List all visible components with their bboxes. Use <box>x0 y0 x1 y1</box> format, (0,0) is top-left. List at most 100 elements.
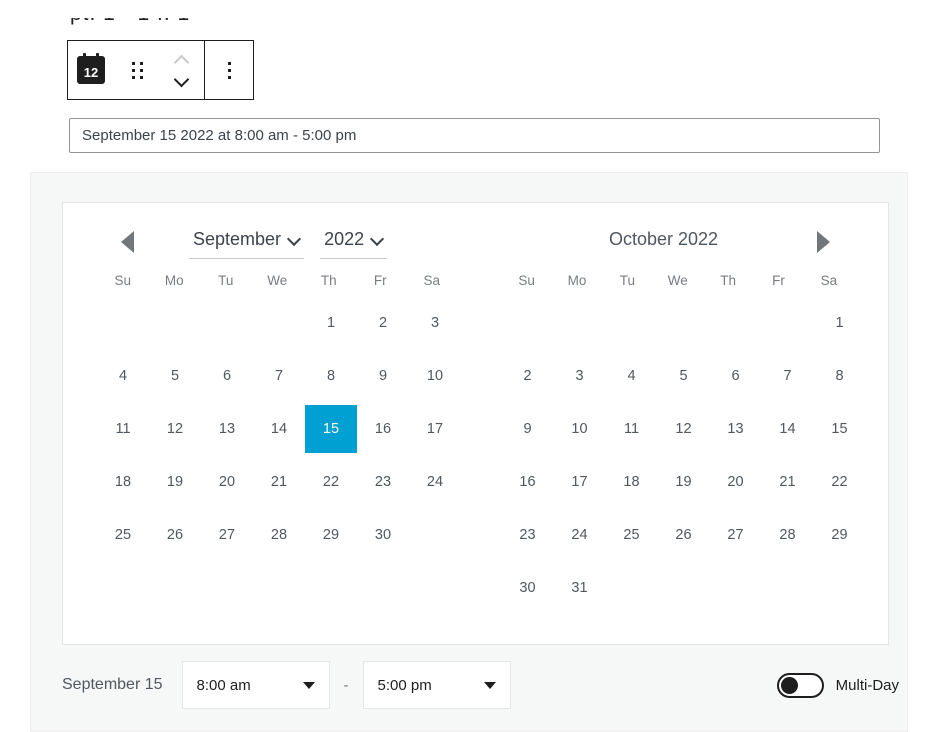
day-number: 22 <box>322 473 340 490</box>
day-cell[interactable]: 11 <box>606 402 658 455</box>
day-cell[interactable]: 1 <box>814 296 866 349</box>
start-time-value: 8:00 am <box>196 676 251 694</box>
day-cell[interactable]: 9 <box>502 402 554 455</box>
time-range-row: September 15 8:00 am - 5:00 pm Multi-Day <box>62 661 908 709</box>
next-month-button[interactable] <box>817 231 830 253</box>
day-cell[interactable]: 27 <box>710 508 762 561</box>
previous-month-button[interactable] <box>121 231 134 253</box>
day-cell[interactable]: 24 <box>554 508 606 561</box>
day-cell[interactable]: 28 <box>253 508 305 561</box>
more-options-button[interactable] <box>205 41 253 99</box>
day-cell[interactable]: 27 <box>201 508 253 561</box>
weekday-label: We <box>267 273 288 288</box>
day-cell[interactable]: 12 <box>658 402 710 455</box>
day-cell[interactable]: 5 <box>658 349 710 402</box>
multi-day-toggle[interactable] <box>776 672 824 698</box>
ellipsis-vertical-icon <box>227 61 231 79</box>
day-number: 22 <box>831 473 848 490</box>
chevron-down-icon[interactable] <box>174 75 190 84</box>
day-cell[interactable]: 7 <box>762 349 814 402</box>
day-cell[interactable]: 24 <box>409 455 461 508</box>
weekday-label: Sa <box>423 273 440 288</box>
toolbar-options-group <box>204 41 253 99</box>
day-number: 10 <box>426 367 444 384</box>
day-cell[interactable]: 5 <box>149 349 201 402</box>
day-number: 9 <box>378 367 388 384</box>
day-number: 28 <box>270 526 288 543</box>
day-cell[interactable]: 26 <box>658 508 710 561</box>
weekday-label: Su <box>114 273 131 288</box>
day-cell[interactable]: 25 <box>97 508 149 561</box>
day-cell-empty <box>253 296 305 349</box>
day-cell[interactable]: 2 <box>357 296 409 349</box>
day-number: 26 <box>166 526 184 543</box>
day-number: 11 <box>623 420 640 437</box>
drag-handle-icon <box>131 61 143 79</box>
day-cell[interactable]: 21 <box>762 455 814 508</box>
day-number: 15 <box>831 420 848 437</box>
day-cell[interactable]: 14 <box>253 402 305 455</box>
day-cell[interactable]: 13 <box>710 402 762 455</box>
day-cell[interactable]: 10 <box>409 349 461 402</box>
day-cell[interactable]: 29 <box>305 508 357 561</box>
day-cell[interactable]: 15 <box>814 402 866 455</box>
chevron-up-icon[interactable] <box>174 56 190 65</box>
day-number: 13 <box>218 420 236 437</box>
day-cell[interactable]: 14 <box>762 402 814 455</box>
day-cell[interactable]: 23 <box>357 455 409 508</box>
day-cell[interactable]: 18 <box>97 455 149 508</box>
day-cell[interactable]: 23 <box>502 508 554 561</box>
day-cell[interactable]: 21 <box>253 455 305 508</box>
day-cell[interactable]: 11 <box>97 402 149 455</box>
day-cell[interactable]: 22 <box>305 455 357 508</box>
day-cell[interactable]: 4 <box>97 349 149 402</box>
day-cell[interactable]: 10 <box>554 402 606 455</box>
month-year-selectors: September 2022 <box>189 227 388 259</box>
day-cell[interactable]: 20 <box>201 455 253 508</box>
clipped-heading-remnant: pt. 1 - 1 .. 1 <box>70 18 270 34</box>
day-cell[interactable]: 19 <box>658 455 710 508</box>
day-cell[interactable]: 20 <box>710 455 762 508</box>
day-cell-selected[interactable]: 15 <box>305 402 357 455</box>
day-cell[interactable]: 30 <box>357 508 409 561</box>
day-cell[interactable]: 30 <box>502 561 554 614</box>
day-cell[interactable]: 31 <box>554 561 606 614</box>
drag-handle-button[interactable] <box>114 41 160 99</box>
toolbar-main-group: 12 <box>68 41 204 99</box>
day-cell[interactable]: 13 <box>201 402 253 455</box>
day-cell[interactable]: 25 <box>606 508 658 561</box>
day-cell[interactable]: 18 <box>606 455 658 508</box>
datepicker-panel: September 2022 October 2022 Su Mo Tu We Th Fr… <box>30 172 908 732</box>
day-cell[interactable]: 22 <box>814 455 866 508</box>
day-cell[interactable]: 8 <box>814 349 866 402</box>
day-number: 21 <box>270 473 288 490</box>
day-cell[interactable]: 1 <box>305 296 357 349</box>
day-cell[interactable]: 16 <box>502 455 554 508</box>
day-cell[interactable]: 28 <box>762 508 814 561</box>
day-cell[interactable]: 19 <box>149 455 201 508</box>
day-cell[interactable]: 17 <box>409 402 461 455</box>
day-number: 24 <box>426 473 444 490</box>
day-cell[interactable]: 12 <box>149 402 201 455</box>
day-cell[interactable]: 8 <box>305 349 357 402</box>
year-select[interactable]: 2022 <box>320 227 388 259</box>
day-cell[interactable]: 16 <box>357 402 409 455</box>
day-cell[interactable]: 7 <box>253 349 305 402</box>
block-type-button[interactable]: 12 <box>68 41 114 99</box>
day-cell[interactable]: 6 <box>710 349 762 402</box>
day-cell[interactable]: 4 <box>606 349 658 402</box>
start-time-select[interactable]: 8:00 am <box>181 661 330 709</box>
day-cell[interactable]: 2 <box>502 349 554 402</box>
day-cell[interactable]: 29 <box>814 508 866 561</box>
day-cell[interactable]: 6 <box>201 349 253 402</box>
end-time-select[interactable]: 5:00 pm <box>362 661 511 709</box>
month-select[interactable]: September <box>189 227 305 259</box>
day-cell[interactable]: 17 <box>554 455 606 508</box>
day-cell[interactable]: 3 <box>409 296 461 349</box>
calendar-card: September 2022 October 2022 Su Mo Tu We Th Fr… <box>62 202 889 645</box>
multi-day-label: Multi-Day <box>835 676 899 694</box>
day-cell[interactable]: 26 <box>149 508 201 561</box>
date-summary-field[interactable]: September 15 2022 at 8:00 am - 5:00 pm <box>69 118 880 153</box>
day-cell[interactable]: 3 <box>554 349 606 402</box>
day-cell[interactable]: 9 <box>357 349 409 402</box>
